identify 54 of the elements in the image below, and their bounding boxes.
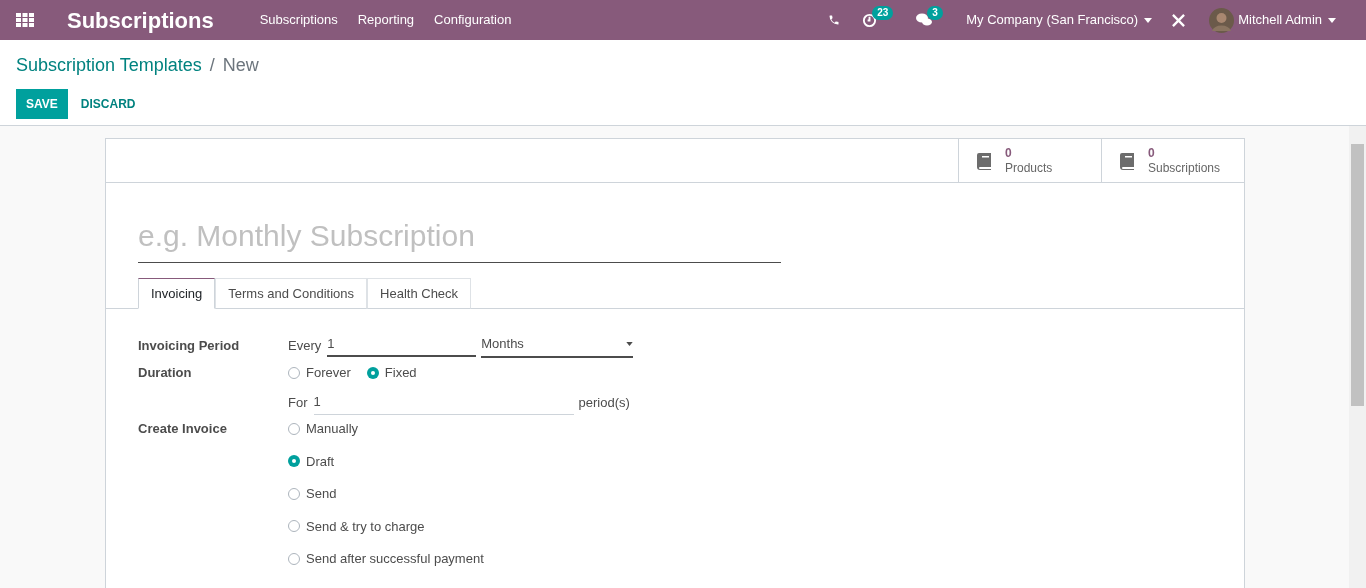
menu-link[interactable]: Configuration <box>434 10 512 30</box>
radio-label: Send & try to charge <box>306 517 425 536</box>
breadcrumb-current: New <box>222 54 259 77</box>
field-label: Create Invoice <box>138 420 228 438</box>
form-tab[interactable]: Health Check <box>367 278 472 309</box>
user-avatar[interactable] <box>1209 7 1235 33</box>
app-title: Subscriptions <box>67 6 214 35</box>
stat-button[interactable]: 0 Products <box>958 139 1101 182</box>
clock-icon[interactable] <box>862 12 878 28</box>
company-switcher[interactable]: My Company (San Francisco) <box>966 10 1153 30</box>
radio-button[interactable] <box>288 455 300 468</box>
form-tab[interactable]: Invoicing <box>138 278 216 309</box>
radio-button[interactable] <box>288 487 300 500</box>
stat-button[interactable]: 0 Subscriptions <box>1101 139 1244 182</box>
phone-icon[interactable] <box>828 14 841 26</box>
discard-button[interactable]: DISCARD <box>69 89 147 119</box>
radio-label: Send <box>306 485 337 503</box>
message-badge: 3 <box>927 6 943 20</box>
radio-label: Send after successful payment <box>306 550 484 568</box>
menu-link[interactable]: Reporting <box>357 10 415 30</box>
breadcrumb-link[interactable]: Subscription Templates <box>16 52 202 79</box>
name-input-field[interactable]: e.g. Monthly Subscription <box>138 213 781 263</box>
radio-label: Forever <box>306 364 351 382</box>
radio-button[interactable] <box>366 366 379 379</box>
apps-menu-icon[interactable] <box>16 13 34 27</box>
field-label: Duration <box>138 364 193 382</box>
field-label: Invoicing Period <box>138 337 241 355</box>
stat-label: Subscriptions <box>1148 160 1221 176</box>
activity-badge: 23 <box>872 6 894 20</box>
period-input-field[interactable]: 1 <box>327 334 477 357</box>
stat-value: 0 <box>1005 145 1012 161</box>
form-tab[interactable]: Terms and Conditions <box>215 278 368 309</box>
caret-icon <box>626 341 634 346</box>
radio-label: Manually <box>306 420 359 438</box>
stat-value: 0 <box>1148 145 1155 161</box>
caret-icon <box>1144 17 1153 23</box>
save-button[interactable]: SAVE <box>16 89 68 119</box>
radio-button[interactable] <box>288 422 300 435</box>
radio-label: Fixed <box>384 364 417 382</box>
radio-button[interactable] <box>288 366 300 379</box>
unit-select[interactable]: Months <box>481 334 634 358</box>
stat-label: Products <box>1005 160 1053 176</box>
scrollbar[interactable] <box>1349 126 1366 588</box>
caret-icon <box>1328 17 1336 23</box>
radio-label: Draft <box>306 452 335 471</box>
radio-button[interactable] <box>288 552 300 565</box>
field-prefix: Every <box>288 337 322 355</box>
user-menu[interactable]: Mitchell Admin <box>1238 10 1336 30</box>
radio-button[interactable] <box>288 520 300 533</box>
breadcrumb-separator: / <box>209 54 215 77</box>
field-suffix: period(s) <box>578 394 630 412</box>
duration-input-field[interactable]: 1 <box>313 392 574 415</box>
menu-link[interactable]: Subscriptions <box>259 10 338 30</box>
field-prefix: For <box>288 394 308 412</box>
